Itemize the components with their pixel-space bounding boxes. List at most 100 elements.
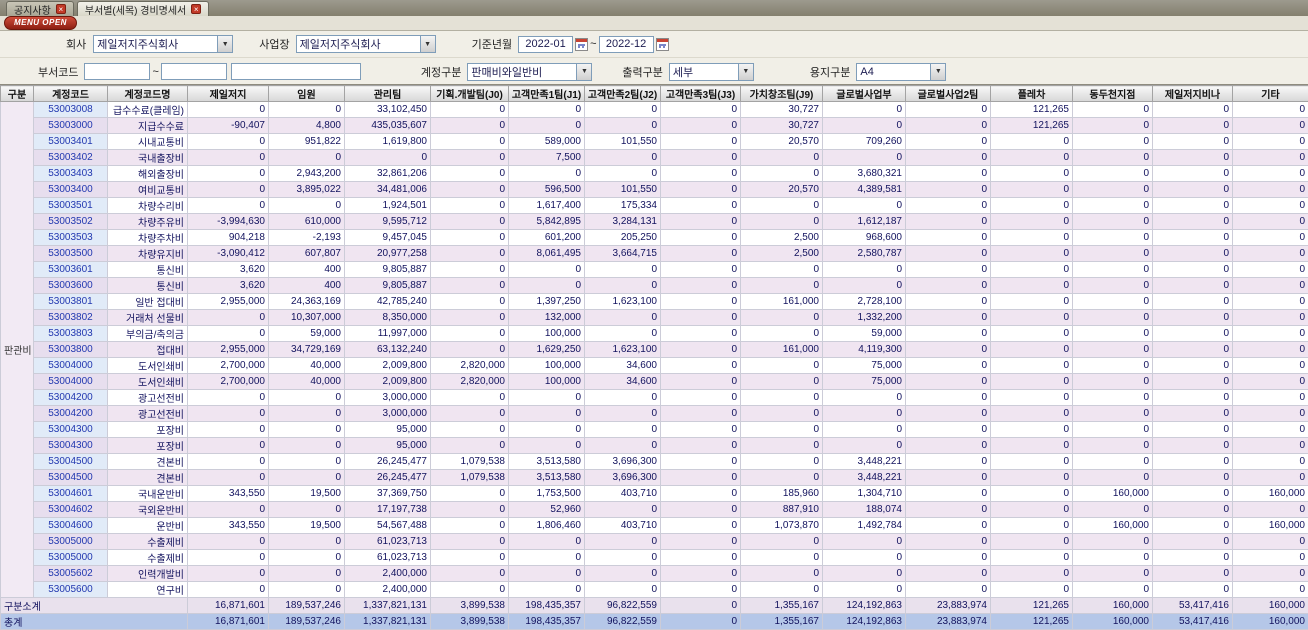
amount-cell[interactable]: 16,871,601	[188, 598, 269, 614]
amount-cell[interactable]: 0	[1233, 502, 1308, 518]
amount-cell[interactable]: 0	[431, 262, 509, 278]
amount-cell[interactable]: 0	[741, 198, 823, 214]
amount-cell[interactable]: 63,132,240	[345, 342, 431, 358]
amount-cell[interactable]: 0	[188, 166, 269, 182]
amount-cell[interactable]: 0	[585, 534, 661, 550]
account-name-cell[interactable]: 통신비	[108, 262, 188, 278]
amount-cell[interactable]: 2,820,000	[431, 358, 509, 374]
amount-cell[interactable]: 0	[585, 150, 661, 166]
amount-cell[interactable]: 19,500	[269, 518, 345, 534]
amount-cell[interactable]: 0	[1153, 550, 1233, 566]
amount-cell[interactable]: 0	[188, 422, 269, 438]
amount-cell[interactable]: 0	[661, 166, 741, 182]
amount-cell[interactable]: 3,895,022	[269, 182, 345, 198]
amount-cell[interactable]: 0	[431, 502, 509, 518]
account-code-cell[interactable]: 53003000	[34, 118, 108, 134]
amount-cell[interactable]: 34,729,169	[269, 342, 345, 358]
account-name-cell[interactable]: 도서인쇄비	[108, 374, 188, 390]
amount-cell[interactable]: 0	[1073, 534, 1153, 550]
account-name-cell[interactable]: 광고선전비	[108, 406, 188, 422]
amount-cell[interactable]: 0	[661, 534, 741, 550]
amount-cell[interactable]: 904,218	[188, 230, 269, 246]
amount-cell[interactable]: 101,550	[585, 182, 661, 198]
amount-cell[interactable]: 0	[1073, 438, 1153, 454]
amount-cell[interactable]: 0	[1073, 118, 1153, 134]
amount-cell[interactable]: 9,595,712	[345, 214, 431, 230]
amount-cell[interactable]: 0	[991, 550, 1073, 566]
amount-cell[interactable]: 101,550	[585, 134, 661, 150]
amount-cell[interactable]: 0	[661, 214, 741, 230]
amount-cell[interactable]: 0	[661, 550, 741, 566]
amount-cell[interactable]: 59,000	[823, 326, 906, 342]
amount-cell[interactable]: 8,350,000	[345, 310, 431, 326]
amount-cell[interactable]: 0	[585, 118, 661, 134]
amount-cell[interactable]: 205,250	[585, 230, 661, 246]
amount-cell[interactable]: 0	[823, 198, 906, 214]
amount-cell[interactable]: 596,500	[509, 182, 585, 198]
amount-cell[interactable]: -90,407	[188, 118, 269, 134]
amount-cell[interactable]: 0	[1233, 118, 1308, 134]
amount-cell[interactable]: 0	[431, 230, 509, 246]
amount-cell[interactable]: 0	[823, 150, 906, 166]
amount-cell[interactable]: 0	[1233, 150, 1308, 166]
amount-cell[interactable]: 2,955,000	[188, 342, 269, 358]
amount-cell[interactable]: 0	[1073, 582, 1153, 598]
amount-cell[interactable]: 0	[1153, 150, 1233, 166]
account-name-cell[interactable]: 차량수리비	[108, 198, 188, 214]
amount-cell[interactable]: 0	[509, 534, 585, 550]
amount-cell[interactable]: 3,664,715	[585, 246, 661, 262]
table-row[interactable]: 53004500견본비0026,245,4771,079,5383,513,58…	[1, 454, 1308, 470]
calendar-icon[interactable]	[575, 38, 588, 51]
amount-cell[interactable]: 0	[991, 358, 1073, 374]
amount-cell[interactable]: 0	[1153, 518, 1233, 534]
amount-cell[interactable]: 3,448,221	[823, 470, 906, 486]
amount-cell[interactable]: 0	[906, 566, 991, 582]
amount-cell[interactable]: 0	[431, 198, 509, 214]
amount-cell[interactable]: 175,334	[585, 198, 661, 214]
amount-cell[interactable]: 0	[991, 198, 1073, 214]
base-month-from-input[interactable]	[518, 36, 573, 53]
amount-cell[interactable]: 0	[1153, 230, 1233, 246]
amount-cell[interactable]: 8,061,495	[509, 246, 585, 262]
amount-cell[interactable]: 0	[906, 118, 991, 134]
table-row[interactable]: 53003800접대비2,955,00034,729,16963,132,240…	[1, 342, 1308, 358]
amount-cell[interactable]: 0	[661, 326, 741, 342]
amount-cell[interactable]: 0	[823, 118, 906, 134]
amount-cell[interactable]: 0	[431, 422, 509, 438]
amount-cell[interactable]: 0	[906, 342, 991, 358]
amount-cell[interactable]: 96,822,559	[585, 614, 661, 630]
amount-cell[interactable]: 0	[991, 150, 1073, 166]
amount-cell[interactable]: 601,200	[509, 230, 585, 246]
amount-cell[interactable]: 124,192,863	[823, 614, 906, 630]
table-row[interactable]: 53003500차량유지비-3,090,412607,80720,977,258…	[1, 246, 1308, 262]
amount-cell[interactable]: 0	[991, 374, 1073, 390]
amount-cell[interactable]: 0	[585, 422, 661, 438]
amount-cell[interactable]: 1,332,200	[823, 310, 906, 326]
amount-cell[interactable]: 0	[906, 230, 991, 246]
amount-cell[interactable]: 0	[991, 486, 1073, 502]
output-type-select[interactable]: 세부 ▼	[669, 63, 754, 81]
amount-cell[interactable]: 0	[1233, 550, 1308, 566]
amount-cell[interactable]: 0	[431, 150, 509, 166]
amount-cell[interactable]: 0	[661, 358, 741, 374]
amount-cell[interactable]: 0	[661, 454, 741, 470]
amount-cell[interactable]: 0	[991, 214, 1073, 230]
amount-cell[interactable]: 1,355,167	[741, 614, 823, 630]
account-name-cell[interactable]: 지급수수료	[108, 118, 188, 134]
amount-cell[interactable]: 0	[991, 262, 1073, 278]
amount-cell[interactable]: 3,448,221	[823, 454, 906, 470]
account-code-cell[interactable]: 53003501	[34, 198, 108, 214]
chevron-down-icon[interactable]: ▼	[738, 64, 753, 80]
amount-cell[interactable]: 0	[1233, 406, 1308, 422]
account-name-cell[interactable]: 시내교통비	[108, 134, 188, 150]
amount-cell[interactable]: 0	[991, 182, 1073, 198]
amount-cell[interactable]: 0	[1153, 406, 1233, 422]
amount-cell[interactable]: 0	[991, 230, 1073, 246]
chevron-down-icon[interactable]: ▼	[420, 36, 435, 52]
table-row[interactable]: 53004602국외운반비0017,197,738052,96000887,91…	[1, 502, 1308, 518]
amount-cell[interactable]: 0	[188, 326, 269, 342]
amount-cell[interactable]: 0	[823, 406, 906, 422]
amount-cell[interactable]: 0	[1073, 214, 1153, 230]
amount-cell[interactable]: 0	[431, 486, 509, 502]
menu-open-button[interactable]: MENU OPEN	[4, 16, 77, 30]
